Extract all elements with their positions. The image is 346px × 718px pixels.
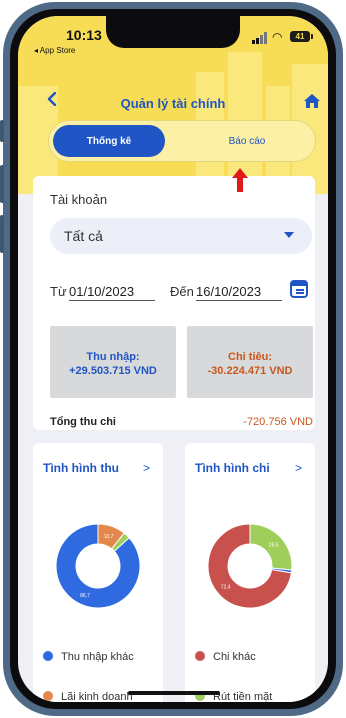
wifi-icon: ◠ — [272, 30, 283, 44]
slice-value-label: 10,7 — [104, 534, 114, 540]
notch — [106, 16, 240, 48]
total-label: Tổng thu chi — [50, 416, 116, 428]
calendar-icon[interactable] — [290, 280, 308, 298]
legend-dot — [43, 691, 53, 701]
phone-side-button — [0, 120, 4, 142]
tab-thong-ke[interactable]: Thống kê — [53, 125, 165, 157]
red-arrow-annotation-icon — [232, 168, 248, 192]
battery-tip — [311, 34, 313, 39]
status-time: 10:13 — [66, 27, 102, 43]
income-donut-chart: 10,7 86,7 — [55, 523, 141, 609]
account-dropdown[interactable]: Tất cả — [50, 218, 312, 254]
screen: 10:13 ◂ App Store ◠ 41 Quản lý tài chính… — [18, 16, 328, 702]
legend-dot — [43, 651, 53, 661]
home-icon[interactable] — [304, 94, 320, 108]
segmented-control: Thống kê Báo cáo — [48, 120, 316, 162]
slice-value-label: 72,4 — [221, 585, 231, 591]
from-label: Từ — [50, 284, 67, 299]
account-selected: Tất cả — [64, 228, 103, 244]
income-label: Thu nhập: — [86, 351, 140, 363]
chevron-right-icon[interactable]: > — [295, 461, 302, 475]
income-value: +29.503.715 VND — [69, 365, 157, 377]
expense-chart-title: Tình hình chi — [195, 461, 270, 475]
expense-summary-box: Chi tiêu: -30.224.471 VND — [187, 326, 313, 398]
income-summary-box: Thu nhập: +29.503.715 VND — [50, 326, 176, 398]
legend-dot — [195, 651, 205, 661]
to-label: Đến — [170, 284, 194, 299]
home-indicator — [128, 691, 220, 695]
income-chart-card[interactable]: Tình hình thu > 10,7 86,7 Thu nhập khác L… — [33, 443, 163, 702]
legend-label: Rút tiền mặt — [213, 691, 273, 702]
legend-item: Thu nhập khác — [43, 651, 134, 663]
back-to-app-store[interactable]: ◂ App Store — [34, 46, 75, 55]
expense-donut-chart: 26,5 72,4 — [207, 523, 293, 609]
expense-label: Chi tiêu: — [228, 351, 272, 363]
income-chart-title: Tình hình thu — [43, 461, 119, 475]
total-value: -720.756 VND — [243, 416, 313, 428]
legend-item: Chi khác — [195, 651, 256, 663]
chevron-right-icon[interactable]: > — [143, 461, 150, 475]
legend-item: Lãi kinh doanh — [43, 691, 133, 702]
expense-value: -30.224.471 VND — [207, 365, 293, 377]
expense-chart-card[interactable]: Tình hình chi > 26,5 72,4 Chi khác Rút ti… — [185, 443, 315, 702]
slice-value-label: 86,7 — [80, 593, 90, 599]
tab-bao-cao[interactable]: Báo cáo — [189, 125, 305, 157]
caret-down-icon — [284, 232, 294, 238]
status-icons: ◠ 41 — [250, 30, 320, 44]
phone-side-button — [0, 215, 4, 253]
to-date-field[interactable]: 16/10/2023 — [196, 284, 282, 301]
phone-side-button — [0, 165, 4, 203]
battery-icon: 41 — [290, 31, 310, 42]
slice-value-label: 26,5 — [269, 542, 279, 548]
from-date-field[interactable]: 01/10/2023 — [69, 284, 155, 301]
account-label: Tài khoản — [50, 192, 108, 207]
legend-label: Chi khác — [213, 651, 256, 663]
account-filter-card: Tài khoản Tất cả Từ 01/10/2023 Đến 16/10… — [33, 176, 315, 430]
legend-label: Lãi kinh doanh — [61, 691, 133, 702]
legend-label: Thu nhập khác — [61, 651, 134, 663]
page-title: Quản lý tài chính — [120, 96, 226, 111]
